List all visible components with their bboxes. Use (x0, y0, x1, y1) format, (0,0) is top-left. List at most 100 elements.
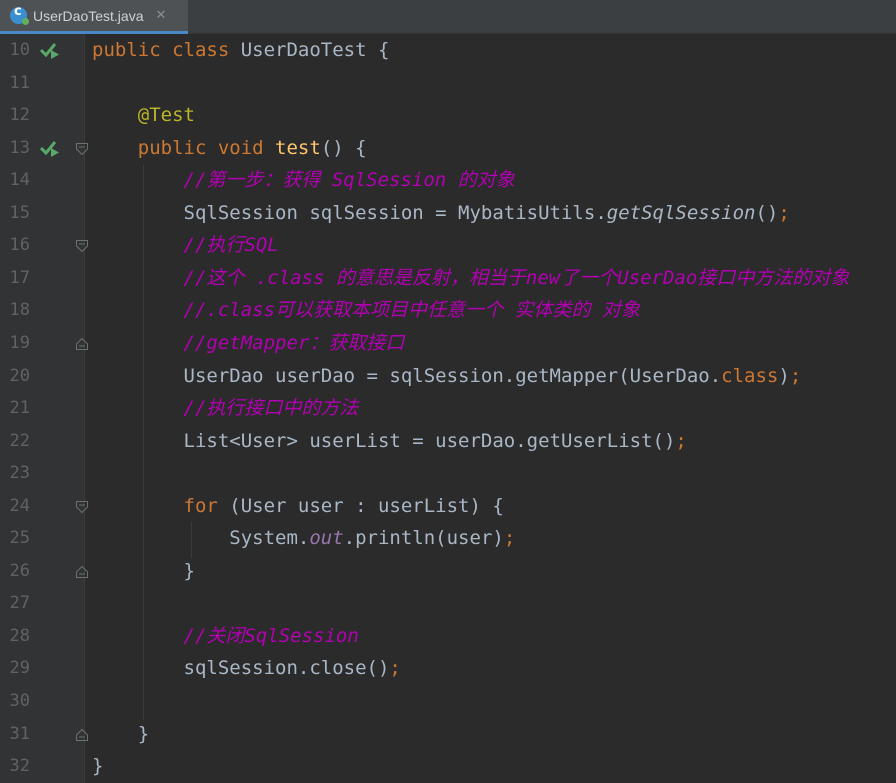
code-token: ) (778, 364, 790, 387)
editor-tab-bar: UserDaoTest.java ✕ (0, 0, 896, 34)
code-text: UserDao userDao = sqlSession.getMapper(U… (92, 360, 802, 392)
code-token: @Test (137, 104, 195, 127)
code-token: out (309, 527, 344, 550)
line-number: 11 (9, 72, 30, 93)
code-text: //这个 .class 的意思是反射，相当于new了一个UserDao接口中方法… (92, 262, 850, 294)
code-token: } (92, 755, 104, 778)
line-number: 10 (9, 40, 30, 60)
code-line[interactable]: 21 //执行接口中的方法 (0, 392, 896, 425)
line-number: 12 (9, 105, 30, 126)
fold-start-icon[interactable] (75, 238, 89, 253)
code-token: public (137, 136, 218, 159)
close-icon[interactable]: ✕ (156, 8, 167, 23)
code-token: ; (675, 429, 687, 452)
code-text: public void test() { (92, 132, 367, 164)
line-number: 32 (9, 756, 30, 777)
code-text: } (92, 718, 149, 750)
code-line[interactable]: 22 List<User> userList = userDao.getUser… (0, 425, 896, 458)
run-test-icon[interactable] (39, 139, 60, 157)
line-number: 16 (9, 235, 30, 256)
code-token: } (92, 722, 150, 745)
fold-end-icon[interactable] (75, 336, 89, 350)
fold-start-icon[interactable] (75, 141, 89, 155)
fold-end-icon[interactable] (75, 727, 89, 741)
code-line[interactable]: 25 System.out.println(user); (0, 522, 896, 555)
line-number: 21 (9, 398, 30, 419)
code-token: class (172, 39, 241, 61)
code-token: () { (320, 136, 367, 159)
code-line[interactable]: 31 } (0, 718, 896, 751)
line-number: 23 (9, 463, 30, 484)
code-token: sqlSession.close() (92, 657, 390, 680)
code-line[interactable]: 18 //.class可以获取本项目中任意一个 实体类的 对象 (0, 294, 896, 327)
code-line[interactable]: 30 (0, 685, 896, 718)
code-token: List<User> userList = userDao.getUserLis… (92, 429, 676, 452)
java-class-icon (10, 4, 29, 25)
code-line[interactable]: 15 SqlSession sqlSession = MybatisUtils.… (0, 197, 896, 230)
code-text: } (92, 750, 103, 782)
code-line[interactable]: 16 //执行SQL (0, 229, 896, 262)
code-line[interactable]: 17 //这个 .class 的意思是反射，相当于new了一个UserDao接口… (0, 262, 896, 295)
code-text: //第一步：获得 SqlSession 的对象 (92, 164, 515, 196)
code-line[interactable]: 23 (0, 457, 896, 490)
code-line[interactable]: 13 public void test() { (0, 132, 896, 165)
line-number: 19 (9, 332, 30, 353)
code-line[interactable]: 27 (0, 587, 896, 620)
code-line[interactable]: 19 //getMapper：获取接口 (0, 327, 896, 360)
code-token: } (92, 559, 195, 582)
code-line[interactable]: 28 //关闭SqlSession (0, 620, 896, 653)
code-token: UserDao userDao = sqlSession.getMapper(U… (92, 364, 722, 387)
line-number: 28 (9, 625, 30, 646)
code-line[interactable]: 14 //第一步：获得 SqlSession 的对象 (0, 164, 896, 197)
code-text: System.out.println(user); (92, 522, 515, 554)
code-token: //第一步：获得 SqlSession 的对象 (183, 169, 515, 192)
line-number: 17 (9, 267, 30, 288)
code-text: //执行接口中的方法 (92, 392, 359, 424)
code-text: //执行SQL (92, 229, 279, 261)
code-line[interactable]: 20 UserDao userDao = sqlSession.getMappe… (0, 360, 896, 393)
code-token: public (92, 39, 173, 61)
line-number: 13 (9, 137, 30, 158)
line-number: 31 (9, 723, 30, 744)
fold-end-icon[interactable] (75, 564, 89, 578)
line-number: 25 (9, 528, 30, 549)
code-line[interactable]: 12 @Test (0, 99, 896, 132)
tab-label: UserDaoTest.java (33, 7, 144, 24)
code-text: } (92, 555, 195, 587)
code-line[interactable]: 26 } (0, 555, 896, 588)
code-text: List<User> userList = userDao.getUserLis… (92, 425, 687, 457)
code-token: ; (389, 657, 401, 680)
code-token: .println(user) (343, 527, 504, 550)
code-line[interactable]: 32} (0, 750, 896, 783)
line-number: 30 (9, 691, 30, 711)
line-number: 26 (9, 560, 30, 581)
code-line[interactable]: 29 sqlSession.close(); (0, 652, 896, 685)
code-token: ; (789, 364, 802, 387)
line-number: 15 (9, 202, 30, 223)
code-token: System. (92, 527, 310, 550)
code-text: for (User user : userList) { (92, 490, 504, 522)
fold-start-icon[interactable] (75, 499, 89, 513)
code-text: sqlSession.close(); (92, 652, 401, 684)
code-token: SqlSession sqlSession = MybatisUtils. (92, 201, 607, 224)
code-text: //关闭SqlSession (92, 620, 359, 652)
line-number: 18 (9, 300, 30, 321)
code-line[interactable]: 10 public class UserDaoTest { (0, 34, 896, 67)
line-number: 29 (9, 658, 30, 679)
code-line[interactable]: 24 for (User user : userList) { (0, 490, 896, 523)
code-token: //这个 .class 的意思是反射，相当于new了一个UserDao接口中方法… (183, 266, 850, 289)
run-test-icon[interactable] (39, 41, 60, 59)
line-number: 14 (9, 170, 30, 191)
code-token: test (275, 136, 321, 159)
code-text: //.class可以获取本项目中任意一个 实体类的 对象 (92, 294, 640, 326)
tab-userdaotest[interactable]: UserDaoTest.java ✕ (0, 0, 188, 34)
code-line[interactable]: 11 (0, 67, 896, 100)
